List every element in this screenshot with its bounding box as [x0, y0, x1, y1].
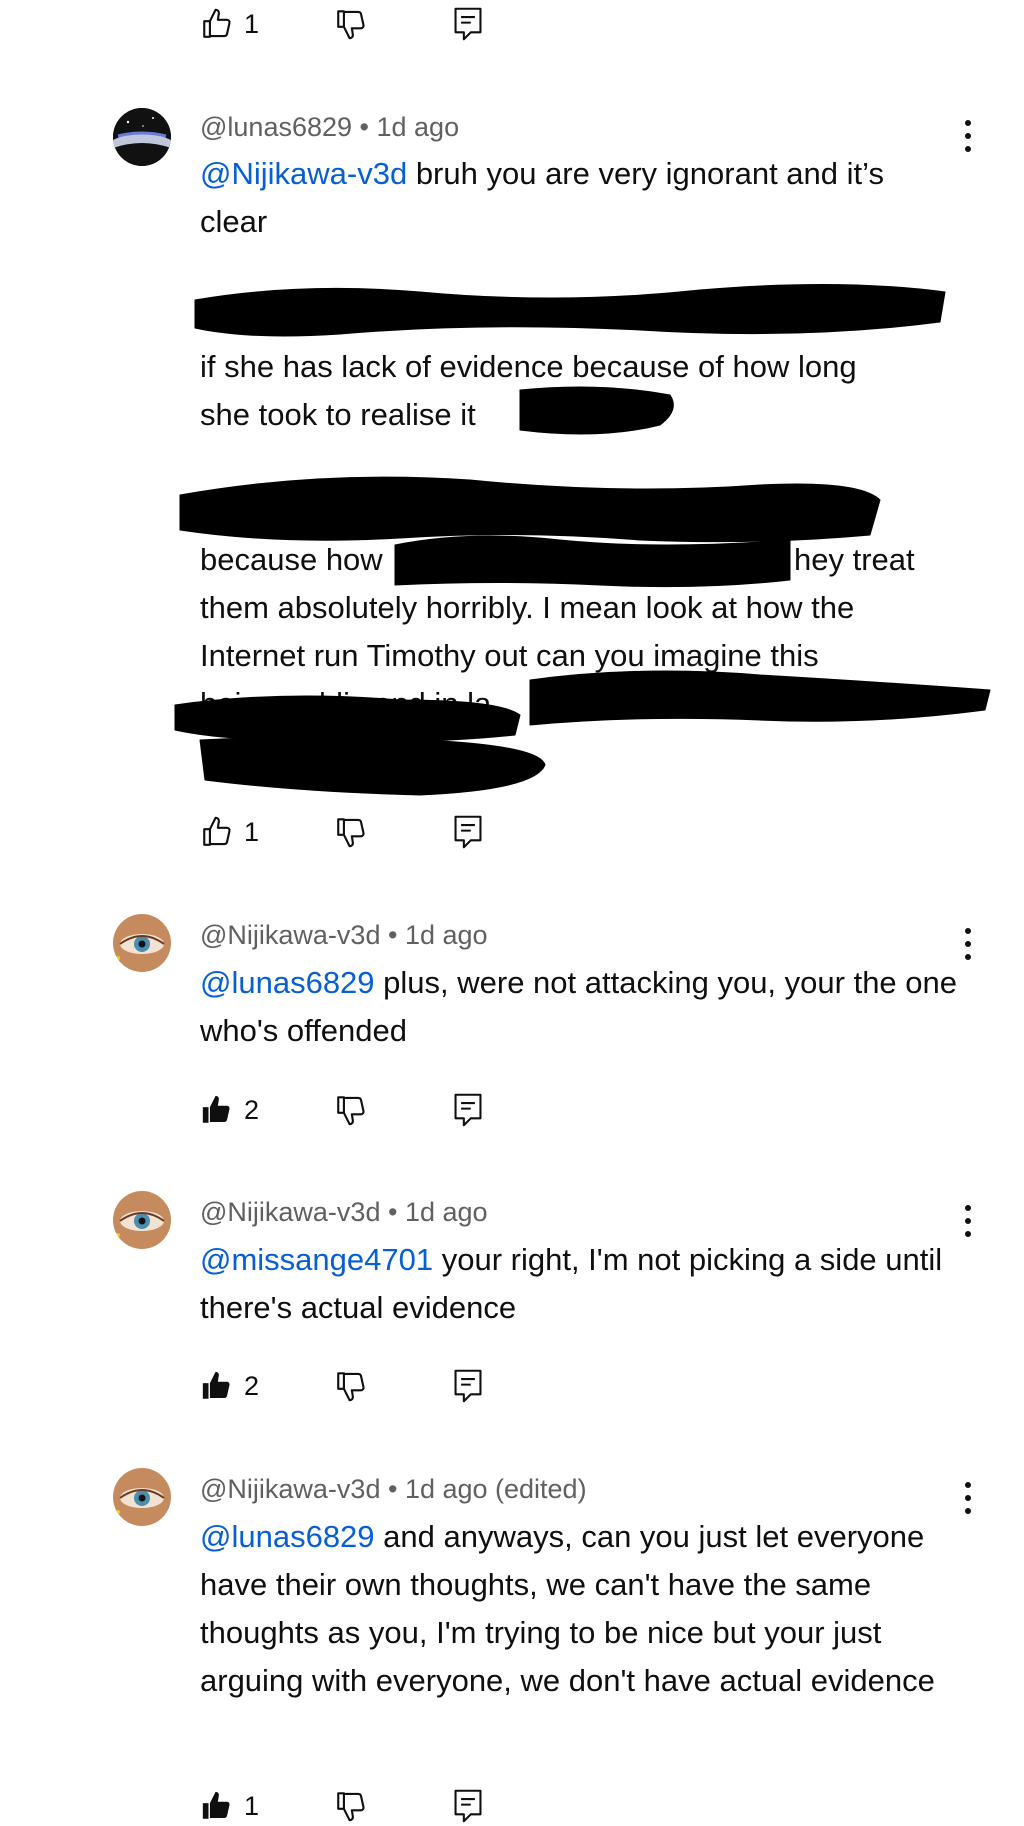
like-button[interactable]: 2 — [200, 1366, 259, 1406]
dislike-button[interactable] — [334, 4, 368, 44]
thumbs-up-filled-icon — [202, 1371, 230, 1399]
comment-text: @lunas6829 plus, were not attacking you,… — [200, 959, 970, 1055]
reply-icon — [454, 1369, 482, 1403]
meta-separator: • — [380, 1197, 405, 1227]
thumbs-up-filled-icon — [202, 1791, 230, 1819]
like-button[interactable]: 1 — [200, 812, 259, 852]
thumbs-up-icon — [203, 8, 231, 38]
more-button[interactable] — [955, 924, 981, 964]
avatar[interactable] — [113, 914, 171, 972]
action-row: 2 — [200, 1090, 600, 1130]
author-name[interactable]: @Nijikawa-v3d — [200, 920, 380, 950]
mention-link[interactable]: @missange4701 — [200, 1242, 433, 1277]
comment-text-line: hey treat — [794, 542, 915, 577]
reply-button[interactable] — [452, 812, 484, 852]
more-button[interactable] — [955, 1478, 981, 1518]
more-button[interactable] — [955, 1201, 981, 1241]
like-count: 1 — [244, 817, 260, 847]
comment-meta: @Nijikawa-v3d • 1d ago (edited) — [200, 1472, 587, 1506]
dislike-button[interactable] — [334, 812, 368, 852]
avatar-image — [113, 108, 171, 166]
dislike-button[interactable] — [334, 1366, 368, 1406]
thumbs-up-filled-icon — [202, 1095, 230, 1123]
mention-link[interactable]: @Nijikawa-v3d — [200, 156, 407, 191]
comment-meta: @Nijikawa-v3d • 1d ago — [200, 918, 488, 952]
thumbs-down-icon — [337, 1792, 365, 1822]
comment-text-line: being public and in la — [200, 686, 492, 721]
like-count: 2 — [244, 1371, 260, 1401]
comment-text-line: if she has lack of evidence because of h… — [200, 349, 857, 384]
meta-separator: • — [352, 112, 377, 142]
more-vert-icon — [965, 1482, 971, 1488]
like-count: 1 — [244, 9, 260, 39]
dislike-button[interactable] — [334, 1786, 368, 1826]
action-row-top: 1 — [200, 4, 600, 44]
more-button[interactable] — [955, 116, 981, 156]
more-vert-icon — [965, 928, 971, 934]
thumbs-down-icon — [337, 1096, 365, 1126]
timestamp: 1d ago — [404, 1197, 488, 1227]
timestamp: 1d ago — [376, 112, 460, 142]
reply-icon — [454, 1093, 482, 1127]
like-count: 2 — [244, 1095, 260, 1125]
timestamp: 1d ago — [404, 920, 488, 950]
eye-avatar-image — [113, 914, 171, 972]
action-row: 2 — [200, 1366, 600, 1406]
comment-meta: @Nijikawa-v3d • 1d ago — [200, 1195, 488, 1229]
mention-link[interactable]: @lunas6829 — [200, 965, 375, 1000]
comment-text-line: them absolutely horribly. I mean look at… — [200, 590, 855, 625]
author-name[interactable]: @Nijikawa-v3d — [200, 1197, 380, 1227]
comment-text: @Nijikawa-v3d bruh you are very ignorant… — [200, 150, 940, 246]
timestamp: 1d ago (edited) — [404, 1474, 587, 1504]
like-button[interactable]: 1 — [200, 4, 259, 44]
dislike-button[interactable] — [334, 1090, 368, 1130]
comment-text-line: she took to realise it — [200, 397, 476, 432]
avatar[interactable] — [113, 1468, 171, 1526]
reply-icon — [454, 7, 482, 41]
comment-text: @missange4701 your right, I'm not pickin… — [200, 1236, 970, 1332]
reply-button[interactable] — [452, 1786, 484, 1826]
like-count: 1 — [244, 1791, 260, 1821]
author-name[interactable]: @Nijikawa-v3d — [200, 1474, 380, 1504]
thumbs-down-icon — [337, 818, 365, 848]
like-button[interactable]: 1 — [200, 1786, 259, 1826]
reply-button[interactable] — [452, 1366, 484, 1406]
comment-text: @lunas6829 and anyways, can you just let… — [200, 1513, 970, 1705]
author-name[interactable]: @lunas6829 — [200, 112, 352, 142]
reply-button[interactable] — [452, 4, 484, 44]
thumbs-down-icon — [337, 1372, 365, 1402]
avatar[interactable] — [113, 1191, 171, 1249]
more-vert-icon — [965, 120, 971, 126]
reply-icon — [454, 815, 482, 849]
meta-separator: • — [380, 1474, 405, 1504]
like-button[interactable]: 2 — [200, 1090, 259, 1130]
eye-avatar-image — [113, 1468, 171, 1526]
thumbs-down-icon — [337, 10, 365, 40]
action-row: 1 — [200, 812, 600, 852]
comment-text-line: Internet run Timothy out can you imagine… — [200, 638, 819, 673]
mention-link[interactable]: @lunas6829 — [200, 1519, 375, 1554]
reply-icon — [454, 1789, 482, 1823]
more-vert-icon — [965, 1205, 971, 1211]
eye-avatar-image — [113, 1191, 171, 1249]
thumbs-up-icon — [203, 816, 231, 846]
comment-meta: @lunas6829 • 1d ago — [200, 110, 459, 144]
meta-separator: • — [380, 920, 405, 950]
avatar[interactable] — [113, 108, 171, 166]
action-row: 1 — [200, 1786, 600, 1826]
reply-button[interactable] — [452, 1090, 484, 1130]
